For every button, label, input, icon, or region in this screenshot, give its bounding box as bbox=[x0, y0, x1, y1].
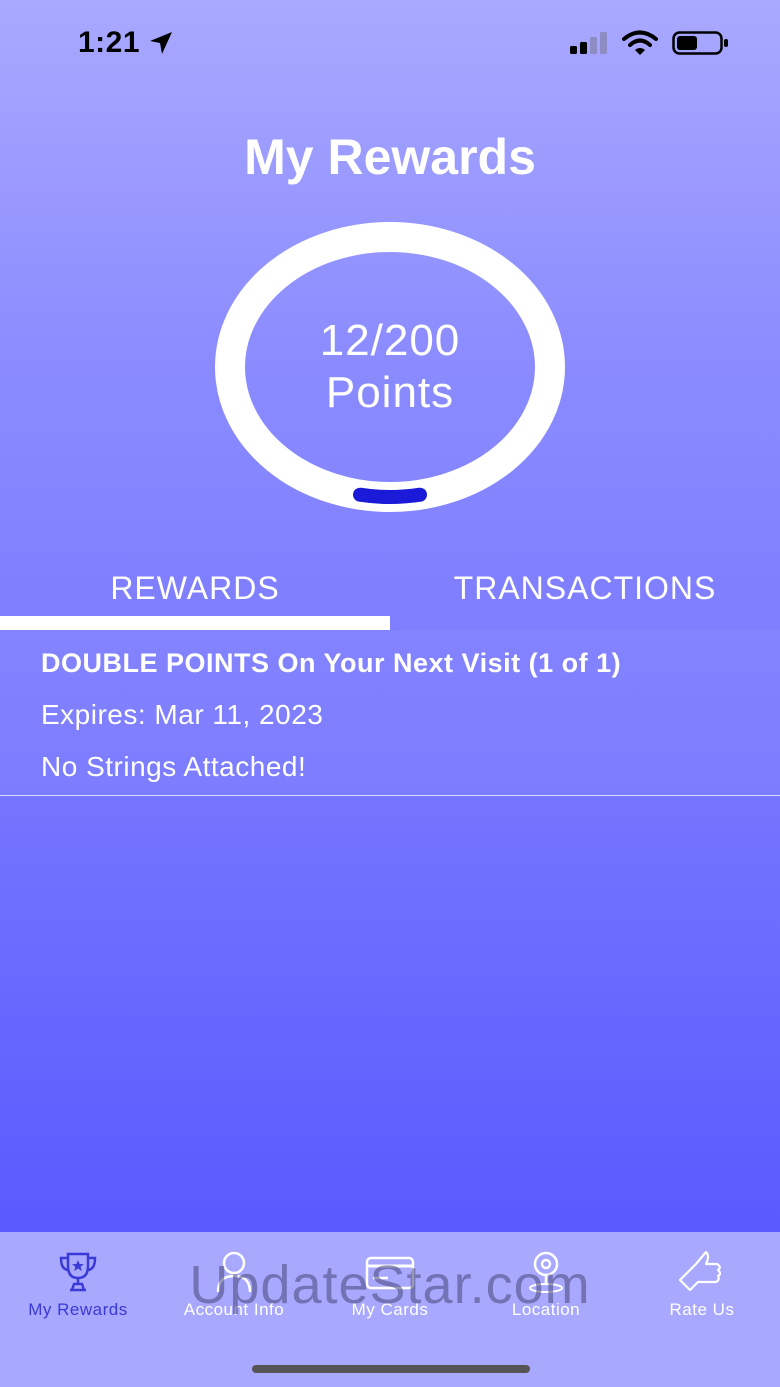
reward-item[interactable]: DOUBLE POINTS On Your Next Visit (1 of 1… bbox=[0, 630, 780, 796]
wifi-icon bbox=[622, 30, 658, 55]
reward-title: DOUBLE POINTS On Your Next Visit (1 of 1… bbox=[41, 648, 622, 678]
watermark: UpdateStar.com bbox=[189, 1255, 591, 1315]
tab-rewards[interactable]: REWARDS bbox=[0, 570, 390, 607]
points-ring-graphic bbox=[215, 222, 565, 512]
cellular-signal-icon bbox=[570, 32, 607, 54]
tab-transactions[interactable]: TRANSACTIONS bbox=[390, 570, 780, 607]
points-value: 12/200 bbox=[319, 316, 461, 365]
home-indicator[interactable] bbox=[252, 1365, 530, 1373]
points-progress-arc bbox=[353, 487, 427, 505]
points-label: Points bbox=[325, 368, 455, 417]
status-bar: 1:21 bbox=[0, 0, 780, 86]
reward-list: DOUBLE POINTS On Your Next Visit (1 of 1… bbox=[0, 630, 780, 796]
points-ring: 12/200 Points bbox=[212, 220, 568, 514]
battery-icon bbox=[672, 31, 728, 55]
page-title: My Rewards bbox=[244, 129, 536, 185]
reward-expiration: Expires: Mar 11, 2023 bbox=[41, 699, 324, 730]
location-arrow-icon bbox=[150, 32, 172, 54]
reward-description: No Strings Attached! bbox=[41, 751, 307, 782]
active-tab-indicator bbox=[0, 616, 390, 630]
status-time: 1:21 bbox=[78, 26, 141, 59]
